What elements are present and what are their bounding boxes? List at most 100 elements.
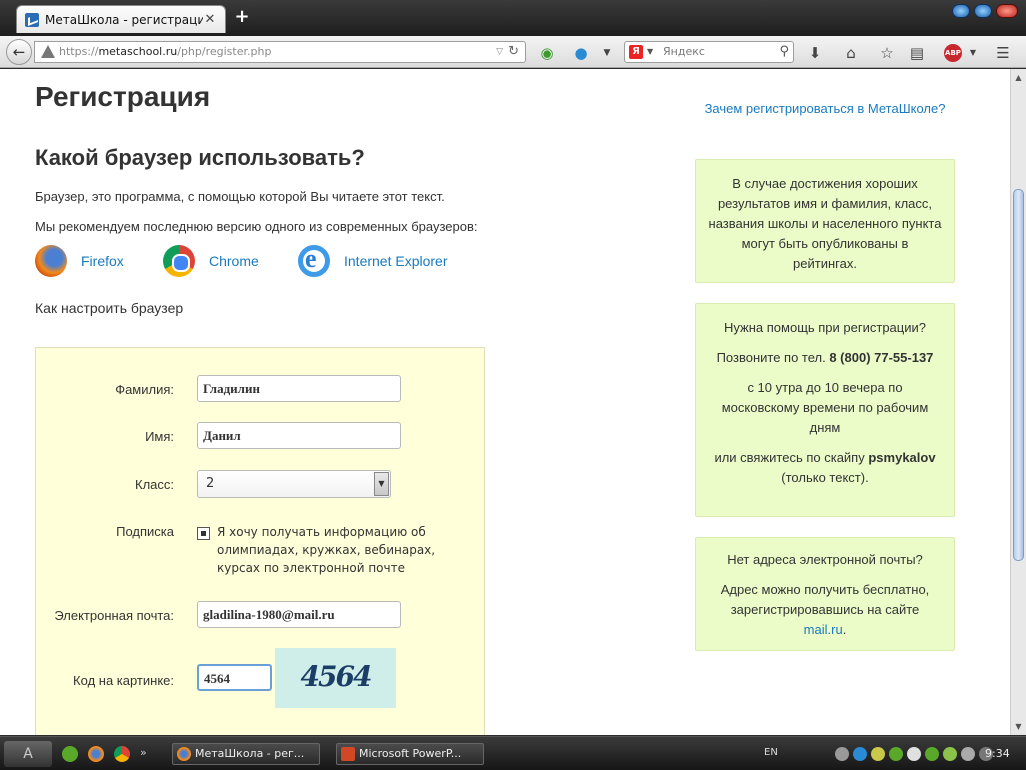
browser-ie[interactable]: Internet Explorer [298, 244, 448, 277]
vertical-scrollbar[interactable]: ▲ ▼ [1010, 69, 1026, 735]
scroll-down-icon[interactable]: ▼ [1013, 722, 1024, 731]
url-path: /php/register.php [177, 45, 272, 58]
name-input[interactable]: Данил [197, 422, 401, 449]
browser-chrome[interactable]: Chrome [163, 245, 259, 277]
class-select[interactable]: 2 ▼ [197, 470, 391, 498]
no-email-box: Нет адреса электронной почты? Адрес можн… [695, 537, 955, 651]
maximize-button[interactable] [974, 4, 992, 18]
chrome-link[interactable]: Chrome [209, 253, 259, 269]
quicklaunch-more-icon[interactable]: » [140, 746, 156, 762]
firefox-link[interactable]: Firefox [81, 253, 124, 269]
search-engine-dropdown-icon[interactable]: ▼ [647, 42, 653, 62]
tray-icon[interactable] [925, 747, 939, 761]
help-box: Нужна помощь при регистрации? Позвоните … [695, 303, 955, 517]
adblock-icon[interactable]: ABP [944, 44, 962, 62]
help-skype-suffix: (только текст). [781, 470, 869, 485]
url-host: metaschool.ru [98, 45, 178, 58]
site-favicon-icon [25, 12, 39, 27]
utorrent-quicklaunch-icon[interactable] [62, 746, 78, 762]
subscription-label: Подписка [116, 524, 174, 539]
downloads-icon[interactable]: ⬇ [806, 44, 824, 62]
clock[interactable]: 9:34 [985, 747, 1010, 760]
back-button[interactable]: ← [6, 39, 32, 65]
tab-strip: МетаШкола - регистрация ✕ + [0, 0, 1026, 36]
email-input[interactable]: gladilina-1980@mail.ru [197, 601, 401, 628]
volume-icon[interactable] [961, 747, 975, 761]
captcha-label: Код на картинке: [73, 673, 174, 688]
no-email-text: Адрес можно получить бесплатно, зарегист… [720, 582, 930, 617]
surname-input[interactable]: Гладилин [197, 375, 401, 402]
no-email-title: Нет адреса электронной почты? [727, 552, 923, 567]
internet-explorer-link[interactable]: Internet Explorer [344, 253, 448, 269]
tray-icon[interactable] [835, 747, 849, 761]
taskbar-item-label: МетаШкола - рег... [195, 747, 305, 760]
internet-explorer-icon[interactable] [298, 244, 330, 277]
tray-icon[interactable] [943, 747, 957, 761]
registration-form: Фамилия: Гладилин Имя: Данил Класс: 2 ▼ … [35, 347, 485, 735]
language-indicator[interactable]: EN [764, 747, 778, 758]
search-icon[interactable]: ⚲ [779, 42, 789, 62]
system-tray [835, 747, 993, 761]
why-register-link[interactable]: Зачем регистрироваться в МетаШколе? [705, 101, 946, 116]
tray-icon[interactable] [889, 747, 903, 761]
help-skype-line: или свяжитесь по скайпу psmykalov (тольк… [708, 448, 942, 488]
addon-blue-icon[interactable]: ● [572, 44, 590, 62]
start-button[interactable]: A [4, 741, 52, 767]
tray-icon[interactable] [871, 747, 885, 761]
browser-tab[interactable]: МетаШкола - регистрация ✕ [16, 5, 226, 33]
firefox-task-icon [177, 747, 191, 761]
browser-heading: Какой браузер использовать? [35, 145, 365, 170]
bookmarks-menu-icon[interactable]: ▤ [908, 44, 926, 62]
taskbar-item-powerpoint[interactable]: Microsoft PowerP... [336, 743, 484, 765]
minimize-button[interactable] [952, 4, 970, 18]
page-title: Регистрация [35, 81, 211, 112]
help-title: Нужна помощь при регистрации? [724, 320, 926, 335]
tray-icon[interactable] [907, 747, 921, 761]
powerpoint-task-icon [341, 747, 355, 761]
help-phone-line: Позвоните по тел. 8 (800) 77-55-137 [708, 348, 942, 368]
email-label: Электронная почта: [54, 608, 174, 623]
class-label: Класс: [135, 477, 174, 492]
mail-ru-link[interactable]: mail.ru [804, 622, 843, 637]
history-dropdown-icon[interactable]: ▽ [496, 42, 503, 62]
surname-label: Фамилия: [115, 382, 174, 397]
select-arrow-icon[interactable]: ▼ [374, 472, 389, 496]
address-bar[interactable]: https://metaschool.ru/php/register.php ▽… [34, 41, 526, 63]
browser-firefox[interactable]: Firefox [35, 245, 124, 277]
reload-icon[interactable]: ↻ [508, 42, 519, 62]
taskbar: A » МетаШкола - рег... Microsoft PowerP.… [0, 736, 1026, 770]
firefox-icon[interactable] [35, 245, 67, 277]
addon-dropdown-icon[interactable]: ▼ [598, 44, 616, 62]
rating-notice-box: В случае достижения хороших результатов … [695, 159, 955, 283]
captcha-input[interactable]: 4564 [197, 664, 272, 691]
help-skype-prefix: или свяжитесь по скайпу [714, 450, 865, 465]
chrome-icon[interactable] [163, 245, 195, 277]
help-skype: psmykalov [868, 450, 936, 465]
bookmark-star-icon[interactable]: ☆ [878, 44, 896, 62]
search-box[interactable]: Я ▼ Яндекс ⚲ [624, 41, 794, 63]
close-window-button[interactable] [996, 4, 1018, 18]
browser-setup-link[interactable]: Как настроить браузер [35, 300, 183, 316]
no-email-dot: . [842, 622, 847, 637]
subscription-checkbox[interactable] [197, 527, 210, 540]
captcha-image: 4564 [275, 648, 396, 708]
scrollbar-thumb[interactable] [1013, 189, 1024, 561]
menu-icon[interactable]: ☰ [994, 44, 1012, 62]
scroll-up-icon[interactable]: ▲ [1013, 73, 1024, 82]
help-hours: с 10 утра до 10 вечера по московскому вр… [721, 380, 929, 435]
chrome-quicklaunch-icon[interactable] [114, 746, 130, 762]
rating-notice-text: В случае достижения хороших результатов … [708, 176, 942, 271]
new-tab-button[interactable]: + [232, 6, 252, 27]
navigation-bar: ← https://metaschool.ru/php/register.php… [0, 36, 1026, 68]
yandex-icon[interactable]: Я [629, 45, 643, 59]
close-tab-icon[interactable]: ✕ [203, 12, 217, 27]
help-phone-prefix: Позвоните по тел. [716, 350, 826, 365]
home-icon[interactable]: ⌂ [842, 44, 860, 62]
adblock-dropdown-icon[interactable]: ▼ [964, 44, 982, 62]
help-phone: 8 (800) 77-55-137 [829, 350, 934, 365]
name-label: Имя: [145, 429, 174, 444]
tray-icon[interactable] [853, 747, 867, 761]
taskbar-item-firefox[interactable]: МетаШкола - рег... [172, 743, 320, 765]
firefox-quicklaunch-icon[interactable] [88, 746, 104, 762]
addon-green-icon[interactable]: ◉ [538, 44, 556, 62]
